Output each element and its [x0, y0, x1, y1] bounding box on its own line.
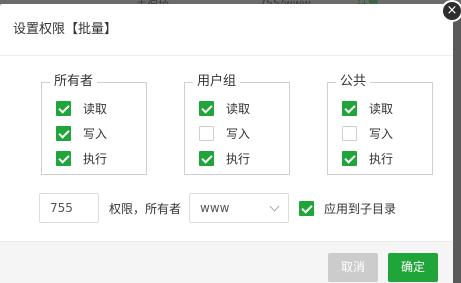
owner-read-option[interactable]: 读取 — [56, 100, 107, 116]
owner-select[interactable]: www — [189, 193, 289, 223]
group-legend: 公共 — [336, 74, 371, 90]
public-execute-option[interactable]: 执行 — [342, 150, 393, 166]
group-permission-group: 用户组 读取 写入 执行 — [184, 74, 290, 175]
cancel-button[interactable]: 取消 — [328, 253, 378, 282]
public-read-option[interactable]: 读取 — [342, 100, 393, 116]
check-icon[interactable] — [342, 100, 357, 116]
group-legend: 用户组 — [193, 74, 241, 90]
check-icon[interactable] — [342, 125, 357, 141]
apply-subdir-option[interactable]: 应用到子目录 — [299, 200, 396, 217]
dialog-body: 所有者 读取 写入 执行 用户组 读取 写入 执行 公共 读取 写入 执行 75… — [0, 56, 453, 240]
check-icon[interactable] — [199, 150, 214, 166]
check-icon[interactable] — [199, 125, 214, 141]
owner-select-value: www — [200, 201, 230, 215]
public-permission-group: 公共 读取 写入 执行 — [327, 74, 433, 175]
option-label: 执行 — [83, 151, 108, 166]
permission-owner-label: 权限，所有者 — [109, 201, 182, 216]
check-icon[interactable] — [342, 150, 357, 166]
check-icon[interactable] — [56, 125, 71, 141]
check-icon[interactable] — [56, 150, 71, 166]
option-label: 执行 — [369, 151, 394, 166]
option-label: 读取 — [226, 101, 251, 116]
permission-value-input[interactable]: 755 — [39, 193, 99, 223]
group-write-option[interactable]: 写入 — [199, 125, 250, 141]
owner-write-option[interactable]: 写入 — [56, 125, 107, 141]
owner-execute-option[interactable]: 执行 — [56, 150, 107, 166]
option-label: 写入 — [226, 126, 251, 141]
apply-subdir-label: 应用到子目录 — [324, 201, 397, 216]
close-icon[interactable]: × — [441, 0, 461, 22]
check-icon[interactable] — [56, 100, 71, 116]
option-label: 写入 — [369, 126, 394, 141]
check-icon[interactable] — [199, 100, 214, 116]
dialog-footer: 取消 确定 — [0, 241, 453, 283]
chevron-down-icon — [269, 201, 280, 212]
owner-permission-group: 所有者 读取 写入 执行 — [41, 74, 147, 175]
confirm-button[interactable]: 确定 — [388, 253, 438, 282]
group-execute-option[interactable]: 执行 — [199, 150, 250, 166]
public-write-option[interactable]: 写入 — [342, 125, 393, 141]
option-label: 写入 — [83, 126, 108, 141]
dialog-title: 设置权限【批量】 — [0, 4, 453, 56]
check-icon[interactable] — [299, 200, 314, 216]
option-label: 执行 — [226, 151, 251, 166]
group-read-option[interactable]: 读取 — [199, 100, 250, 116]
permission-dialog: 设置权限【批量】 所有者 读取 写入 执行 用户组 读取 写入 执行 公共 读取… — [0, 4, 453, 283]
option-label: 读取 — [369, 101, 394, 116]
option-label: 读取 — [83, 101, 108, 116]
permission-row: 755 权限，所有者 www 应用到子目录 — [39, 193, 396, 223]
group-legend: 所有者 — [50, 74, 98, 90]
